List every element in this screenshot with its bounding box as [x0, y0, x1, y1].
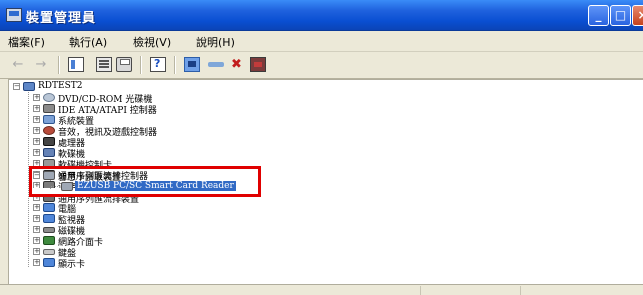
show-hide-console-tree-button[interactable] — [68, 57, 84, 72]
expand-icon[interactable]: + — [33, 248, 40, 255]
system-devices-icon — [43, 115, 55, 124]
expand-icon[interactable]: + — [33, 237, 40, 244]
toolbar-separator — [58, 56, 60, 74]
computer-root-icon — [23, 82, 35, 91]
disk-drive-icon — [43, 227, 55, 233]
print-button[interactable] — [116, 57, 132, 72]
console-tree-icon — [71, 60, 75, 69]
floppy-icon — [43, 148, 55, 157]
tree-item[interactable]: + 網路介面卡 — [33, 236, 253, 248]
properties-icon — [99, 60, 109, 62]
menu-file[interactable]: 檔案(F) — [8, 34, 45, 50]
tree-item[interactable]: + 系統裝置 — [33, 115, 253, 127]
menu-help[interactable]: 說明(H) — [196, 34, 235, 50]
tree-item[interactable]: + 磁碟機 — [33, 225, 253, 237]
tree-item[interactable]: + 軟碟機 — [33, 148, 253, 160]
network-adapter-icon — [43, 236, 55, 245]
scan-hardware-icon — [188, 61, 196, 67]
minimize-icon: _ — [595, 8, 602, 22]
menu-bar: 檔案(F) 執行(A) 檢視(V) 說明(H) — [0, 31, 643, 52]
tree-item[interactable]: + DVD/CD-ROM 光碟機 — [33, 93, 253, 105]
tree-item-label: 顯示卡 — [58, 260, 86, 270]
toolbar-separator — [140, 56, 142, 74]
uninstall-device-button[interactable] — [250, 57, 266, 72]
device-manager-window: 裝置管理員 _ □ × 檔案(F) 執行(A) 檢視(V) 說明(H) ← → … — [0, 0, 643, 295]
title-bar[interactable]: 裝置管理員 _ □ × — [0, 0, 643, 31]
tree-item[interactable]: + 顯示卡 — [33, 258, 253, 270]
close-button[interactable]: × — [632, 5, 643, 26]
tree-item[interactable]: + IDE ATA/ATAPI 控制器 — [33, 104, 253, 116]
expand-icon[interactable]: + — [33, 94, 40, 101]
close-icon: × — [637, 8, 643, 22]
help-button[interactable]: ? — [150, 57, 166, 72]
tree-item[interactable]: + 電腦 — [33, 203, 253, 215]
expand-icon[interactable]: + — [33, 149, 40, 156]
tree-item[interactable]: + 音效，視訊及遊戲控制器 — [33, 126, 253, 138]
status-cell — [420, 286, 421, 295]
device-tree-pane[interactable]: − RDTEST2 + DVD/CD-ROM 光碟機 + IDE ATA/ATA… — [8, 79, 643, 285]
sound-icon — [43, 126, 55, 135]
status-cell — [520, 286, 521, 295]
cdrom-icon — [43, 93, 55, 102]
toolbar-separator — [174, 56, 176, 74]
expand-icon[interactable]: + — [33, 226, 40, 233]
expand-icon[interactable]: + — [33, 116, 40, 123]
expand-icon[interactable]: + — [33, 127, 40, 134]
maximize-icon: □ — [614, 8, 627, 22]
ide-controller-icon — [43, 104, 55, 113]
expand-icon[interactable]: + — [33, 138, 40, 145]
update-driver-icon — [208, 62, 224, 67]
window-title: 裝置管理員 — [26, 11, 97, 26]
back-arrow-icon: ← — [12, 57, 24, 72]
uninstall-device-icon — [254, 62, 262, 67]
device-manager-icon — [6, 8, 22, 22]
monitor-icon — [43, 214, 55, 223]
forward-arrow-icon: → — [35, 57, 47, 72]
device-tree: − RDTEST2 + DVD/CD-ROM 光碟機 + IDE ATA/ATA… — [9, 80, 643, 285]
tree-root-label: RDTEST2 — [38, 81, 83, 91]
tree-item[interactable]: + 處理器 — [33, 137, 253, 149]
display-adapter-icon — [43, 258, 55, 267]
expand-icon[interactable]: + — [33, 105, 40, 112]
forward-button[interactable]: → — [33, 57, 49, 73]
menu-action[interactable]: 執行(A) — [69, 34, 107, 50]
scan-hardware-button[interactable] — [184, 57, 200, 72]
help-icon: ? — [154, 57, 161, 70]
expand-icon[interactable]: + — [33, 204, 40, 211]
properties-button[interactable] — [96, 57, 112, 72]
update-driver-button[interactable] — [208, 57, 224, 72]
computer-icon — [43, 203, 55, 212]
keyboard-icon — [43, 249, 55, 255]
status-bar — [0, 284, 643, 295]
maximize-button[interactable]: □ — [610, 5, 631, 26]
red-highlight-box — [29, 166, 261, 197]
disable-device-icon: ✖ — [231, 57, 242, 72]
menu-view[interactable]: 檢視(V) — [133, 34, 171, 50]
disable-device-button[interactable]: ✖ — [230, 57, 246, 72]
processor-icon — [43, 137, 55, 146]
collapse-icon[interactable]: − — [13, 83, 20, 90]
tree-item[interactable]: + 鍵盤 — [33, 247, 253, 259]
tree-root[interactable]: − RDTEST2 — [13, 81, 133, 92]
tree-item[interactable]: + 監視器 — [33, 214, 253, 226]
minimize-button[interactable]: _ — [588, 5, 609, 26]
printer-icon — [120, 59, 130, 65]
toolbar: ← → ? ✖ — [0, 52, 643, 79]
back-button[interactable]: ← — [10, 57, 26, 73]
expand-icon[interactable]: + — [33, 215, 40, 222]
expand-icon[interactable]: + — [33, 259, 40, 266]
